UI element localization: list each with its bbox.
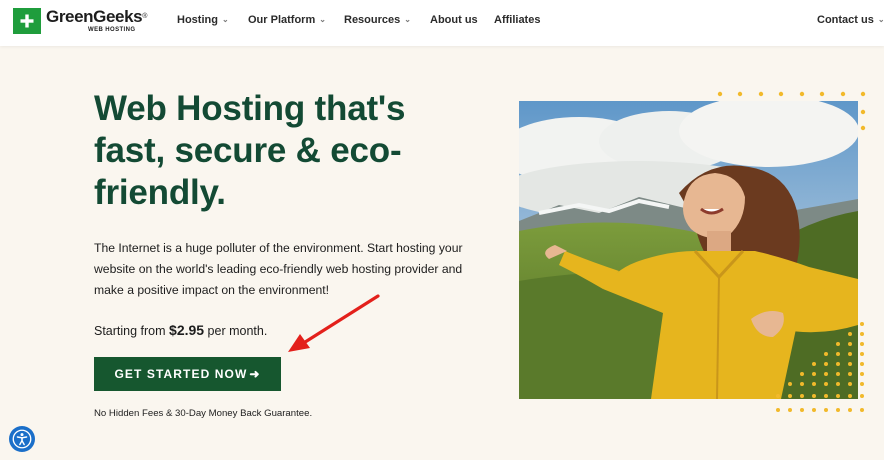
chevron-down-icon: ⌄ [221, 14, 229, 24]
get-started-label: GET STARTED NOW [114, 367, 248, 381]
brand-name: GreenGeeks [46, 7, 143, 26]
arrow-right-icon: ➜ [249, 367, 261, 381]
nav-item-label: Affiliates [494, 14, 541, 26]
decorative-dots [776, 322, 864, 412]
trademark: ® [142, 13, 147, 20]
nav-item-contact-us[interactable]: Contact us ⌄ [817, 14, 884, 26]
greengeeks-logo[interactable]: GreenGeeks® WEB HOSTING [13, 8, 147, 36]
top-navigation: GreenGeeks® WEB HOSTING Hosting ⌄ Our Pla… [0, 0, 884, 46]
nav-item-label: About us [430, 14, 478, 26]
nav-item-our-platform[interactable]: Our Platform ⌄ [248, 14, 326, 26]
hero-headline: Web Hosting that's fast, secure & eco-fr… [94, 89, 406, 212]
nav-item-affiliates[interactable]: Affiliates [494, 14, 540, 26]
nav-item-about-us[interactable]: About us [430, 14, 478, 26]
brand-subtitle: WEB HOSTING [88, 27, 136, 33]
price-amount: $2.95 [169, 322, 205, 338]
starting-price: Starting from $2.95 per month. [94, 322, 267, 338]
get-started-button[interactable]: GET STARTED NOW ➜ [94, 357, 281, 391]
guarantee-note: No Hidden Fees & 30-Day Money Back Guara… [94, 408, 313, 419]
accessibility-icon[interactable] [9, 426, 35, 452]
chevron-down-icon: ⌄ [877, 14, 884, 24]
nav-item-label: Our Platform [248, 14, 316, 26]
nav-item-label: Resources [344, 14, 401, 26]
nav-item-resources[interactable]: Resources ⌄ [344, 14, 411, 26]
price-prefix: Starting from [94, 324, 170, 338]
red-arrow-icon [288, 294, 380, 352]
price-suffix: per month. [204, 324, 268, 338]
plus-icon [13, 8, 41, 34]
nav-item-hosting[interactable]: Hosting ⌄ [177, 14, 229, 26]
nav-item-label: Contact us [817, 14, 874, 26]
nav-item-label: Hosting [177, 14, 218, 26]
chevron-down-icon: ⌄ [319, 14, 326, 24]
chevron-down-icon: ⌄ [404, 14, 411, 24]
